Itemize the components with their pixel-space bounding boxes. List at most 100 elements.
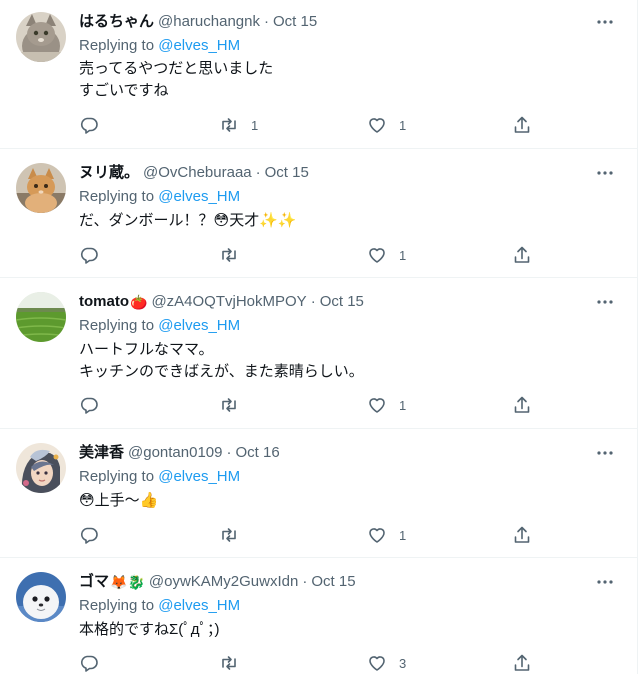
user-handle[interactable]: @OvCheburaaa: [143, 163, 252, 183]
tweet-text-line: だ、ダンボール！？😳天才✨✨: [79, 212, 297, 229]
share-icon: [514, 526, 530, 543]
replying-to-label: Replying to: [79, 317, 155, 334]
more-horizontal-icon[interactable]: [595, 443, 615, 463]
tweet-actions: 1 1: [79, 115, 539, 135]
heart-icon: [369, 528, 385, 543]
tweet-date[interactable]: Oct 15: [265, 163, 309, 183]
like-button[interactable]: 1: [367, 245, 407, 265]
retweet-button[interactable]: 1: [219, 115, 259, 135]
reply-button[interactable]: [79, 395, 119, 415]
share-button[interactable]: [512, 395, 532, 415]
retweet-count: 1: [251, 117, 259, 133]
name-emoji: 🦊🐉: [110, 574, 145, 590]
reply-button[interactable]: [79, 115, 119, 135]
separator-dot: ·: [310, 293, 316, 310]
separator-dot: ·: [226, 444, 232, 461]
replying-to-link[interactable]: @elves_HM: [158, 188, 240, 205]
tweet-text: 売ってるやつだと思いました すごいですね: [79, 58, 597, 102]
more-horizontal-icon[interactable]: [595, 292, 615, 312]
like-button[interactable]: 3: [367, 653, 407, 673]
tweet-actions: 3: [79, 653, 539, 673]
more-horizontal-icon[interactable]: [595, 572, 615, 592]
tweet-header: tomato 🍅 @zA4OQTvjHokMPOY · Oct 15: [79, 292, 597, 312]
tweet-text: ハートフルなママ。 キッチンのできばえが、また素晴らしい。: [79, 339, 597, 383]
heart-icon: [369, 656, 385, 671]
orange-cat-avatar[interactable]: [16, 163, 66, 213]
replying-to-line: Replying to @elves_HM: [79, 596, 240, 616]
display-name[interactable]: ゴマ 🦊🐉: [79, 572, 145, 592]
retweet-icon: [222, 118, 236, 132]
replying-to-label: Replying to: [79, 37, 155, 54]
like-button[interactable]: 1: [367, 395, 407, 415]
retweet-button[interactable]: [219, 395, 259, 415]
like-button[interactable]: 1: [367, 115, 407, 135]
separator-dot: ·: [263, 13, 269, 30]
like-count: 1: [399, 247, 407, 263]
share-button[interactable]: [512, 245, 532, 265]
reply-icon: [80, 527, 98, 544]
tweet-actions: 1: [79, 525, 539, 545]
tweet-date[interactable]: Oct 16: [236, 443, 280, 463]
retweet-button[interactable]: [219, 525, 259, 545]
like-count: 3: [399, 655, 407, 671]
tweet-date[interactable]: Oct 15: [320, 292, 364, 312]
replying-to-line: Replying to @elves_HM: [79, 187, 240, 207]
replying-to-link[interactable]: @elves_HM: [158, 317, 240, 334]
more-horizontal-icon[interactable]: [595, 12, 615, 32]
share-icon: [514, 246, 530, 263]
replying-to-line: Replying to @elves_HM: [79, 36, 240, 56]
replying-to-link[interactable]: @elves_HM: [158, 468, 240, 485]
replying-to-line: Replying to @elves_HM: [79, 467, 240, 487]
replying-to-label: Replying to: [79, 188, 155, 205]
tweet-text: 😳上手～👍: [79, 490, 597, 512]
like-count: 1: [399, 527, 407, 543]
share-button[interactable]: [512, 653, 532, 673]
reply-tweet[interactable]: tomato 🍅 @zA4OQTvjHokMPOY · Oct 15 Replyi…: [0, 278, 637, 429]
tweet-actions: 1: [79, 245, 539, 265]
heart-icon: [369, 248, 385, 263]
field-avatar[interactable]: [16, 292, 66, 342]
share-button[interactable]: [512, 525, 532, 545]
reply-icon: [80, 397, 98, 414]
retweet-icon: [222, 656, 236, 670]
reply-tweet[interactable]: ヌリ蔵。 @OvCheburaaa · Oct 15 Replying to @…: [0, 149, 637, 278]
reply-icon: [80, 117, 98, 134]
separator-dot: ·: [302, 573, 308, 590]
reply-tweet[interactable]: ゴマ 🦊🐉 @oywKAMy2GuwxIdn · Oct 15 Replying …: [0, 558, 637, 674]
seal-avatar[interactable]: [16, 572, 66, 622]
reply-button[interactable]: [79, 525, 119, 545]
share-button[interactable]: [512, 115, 532, 135]
replying-to-link[interactable]: @elves_HM: [158, 37, 240, 54]
tweet-text-line: 売ってるやつだと思いました: [79, 60, 274, 77]
tweet-date[interactable]: Oct 15: [311, 572, 355, 592]
user-handle[interactable]: @haruchangnk: [158, 12, 260, 32]
tweet-header: ゴマ 🦊🐉 @oywKAMy2GuwxIdn · Oct 15: [79, 572, 597, 592]
replying-to-label: Replying to: [79, 468, 155, 485]
reply-button[interactable]: [79, 245, 119, 265]
like-button[interactable]: 1: [367, 525, 407, 545]
retweet-button[interactable]: [219, 653, 259, 673]
more-horizontal-icon[interactable]: [595, 163, 615, 183]
display-name[interactable]: 美津香: [79, 443, 124, 463]
like-count: 1: [399, 397, 407, 413]
replying-to-link[interactable]: @elves_HM: [158, 597, 240, 614]
tweet-actions: 1: [79, 395, 539, 415]
user-handle[interactable]: @gontan0109: [128, 443, 222, 463]
display-name[interactable]: ヌリ蔵。: [79, 163, 139, 183]
cat-avatar[interactable]: [16, 12, 66, 62]
separator-dot: ·: [255, 164, 261, 181]
like-count: 1: [399, 117, 407, 133]
retweet-button[interactable]: [219, 245, 259, 265]
display-name[interactable]: はるちゃん: [79, 12, 154, 32]
user-handle[interactable]: @oywKAMy2GuwxIdn: [149, 572, 298, 592]
reply-tweet[interactable]: はるちゃん @haruchangnk · Oct 15 Replying to …: [0, 0, 637, 149]
display-name[interactable]: tomato 🍅: [79, 292, 147, 312]
heart-icon: [369, 398, 385, 413]
name-emoji: 🍅: [130, 294, 148, 310]
reply-button[interactable]: [79, 653, 119, 673]
tweet-date[interactable]: Oct 15: [273, 12, 317, 32]
user-handle[interactable]: @zA4OQTvjHokMPOY: [151, 292, 306, 312]
illustration-avatar[interactable]: [16, 443, 66, 493]
replying-to-label: Replying to: [79, 597, 155, 614]
reply-tweet[interactable]: 美津香 @gontan0109 · Oct 16 Replying to @el…: [0, 429, 637, 558]
